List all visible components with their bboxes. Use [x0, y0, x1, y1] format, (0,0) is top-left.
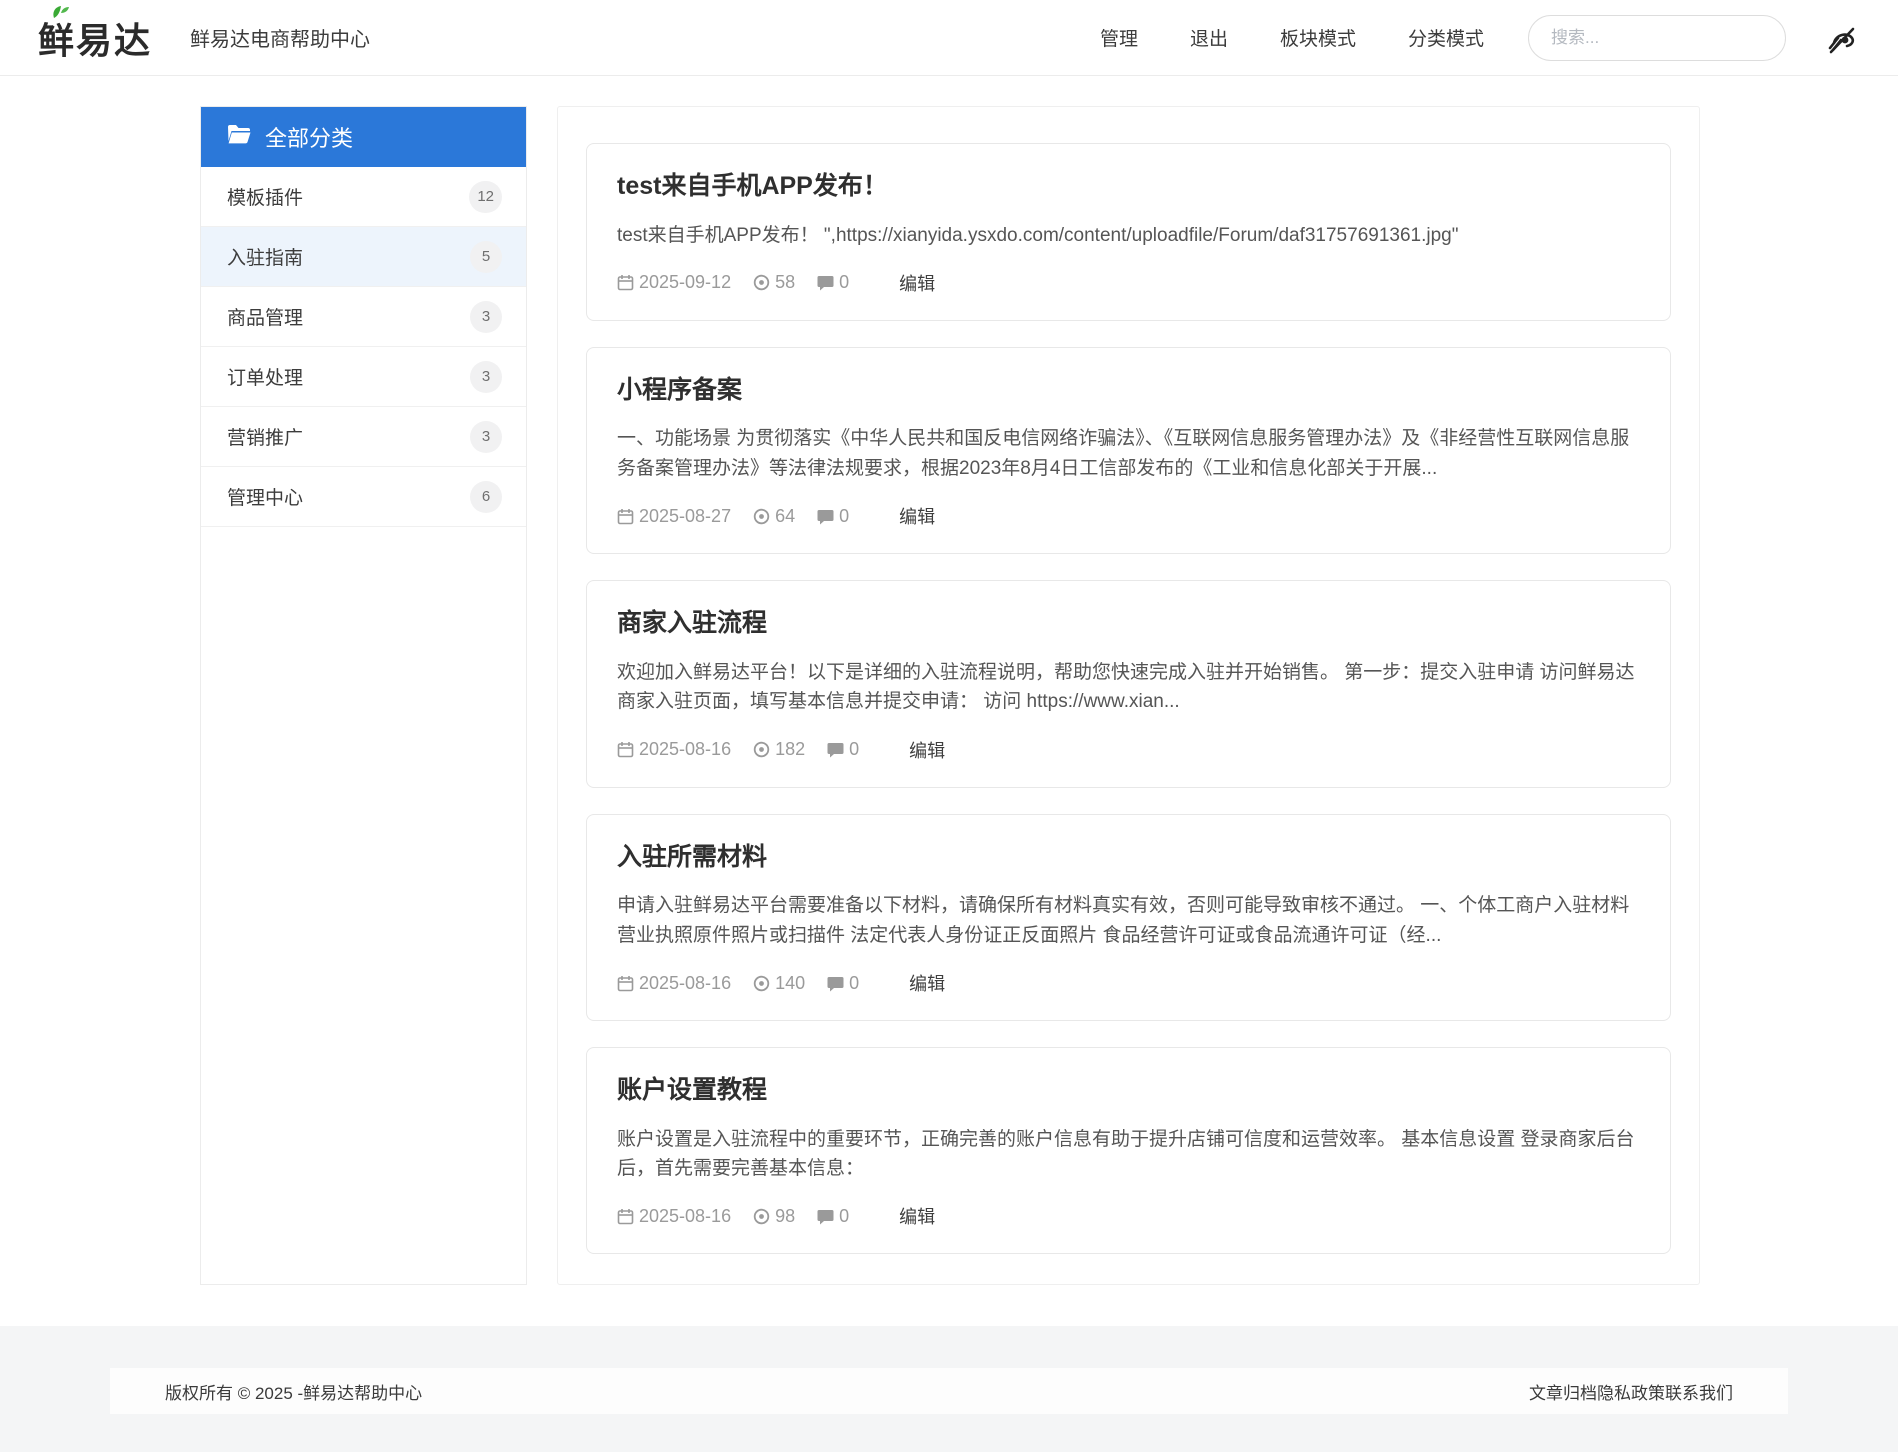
article-meta: 2025-09-12 58 0 编辑	[617, 270, 1640, 296]
sidebar-item-product-management[interactable]: 商品管理 3	[201, 287, 526, 347]
nav-item-logout[interactable]: 退出	[1190, 24, 1228, 51]
article-excerpt: test来自手机APP发布！ ",https://xianyida.ysxdo.…	[617, 221, 1640, 250]
eye-off-icon[interactable]	[1822, 21, 1860, 55]
edit-link[interactable]: 编辑	[899, 1203, 935, 1229]
article-views: 182	[753, 739, 805, 760]
article-date: 2025-08-16	[617, 973, 731, 994]
eye-icon	[753, 975, 770, 992]
article-card: test来自手机APP发布！ test来自手机APP发布！ ",https://…	[586, 143, 1671, 321]
article-comments: 0	[817, 1206, 849, 1227]
article-meta: 2025-08-27 64 0 编辑	[617, 503, 1640, 529]
category-label: 营销推广	[227, 423, 303, 450]
site-logo[interactable]: 鲜易达	[38, 12, 152, 64]
article-card: 小程序备案 一、功能场景 为贯彻落实《中华人民共和国反电信网络诈骗法》、《互联网…	[586, 347, 1671, 554]
nav-item-category-mode[interactable]: 分类模式	[1408, 24, 1484, 51]
sidebar-all-categories[interactable]: 全部分类	[201, 107, 526, 167]
article-card: 入驻所需材料 申请入驻鲜易达平台需要准备以下材料，请确保所有材料真实有效，否则可…	[586, 814, 1671, 1021]
calendar-icon	[617, 975, 634, 992]
sidebar-item-onboarding-guide[interactable]: 入驻指南 5	[201, 227, 526, 287]
comment-icon	[817, 274, 834, 291]
article-views: 140	[753, 973, 805, 994]
sidebar-item-template-plugins[interactable]: 模板插件 12	[201, 167, 526, 227]
article-date: 2025-08-27	[617, 506, 731, 527]
category-label: 入驻指南	[227, 243, 303, 270]
nav-item-board-mode[interactable]: 板块模式	[1280, 24, 1356, 51]
sidebar-item-order-processing[interactable]: 订单处理 3	[201, 347, 526, 407]
calendar-icon	[617, 508, 634, 525]
eye-icon	[753, 508, 770, 525]
article-comments: 0	[817, 506, 849, 527]
comment-icon	[817, 1208, 834, 1225]
article-excerpt: 欢迎加入鲜易达平台！以下是详细的入驻流程说明，帮助您快速完成入驻并开始销售。 第…	[617, 658, 1640, 717]
footer-link-contact[interactable]: 联系我们	[1665, 1379, 1733, 1404]
category-count-badge: 12	[469, 181, 502, 213]
page-footer: 版权所有 © 2025 -鲜易达帮助中心 文章归档 隐私政策 联系我们	[0, 1326, 1898, 1452]
article-title[interactable]: 小程序备案	[617, 374, 1640, 407]
main-nav: 管理 退出 板块模式 分类模式	[1100, 24, 1484, 51]
article-date: 2025-08-16	[617, 739, 731, 760]
search-input[interactable]	[1528, 15, 1786, 61]
category-label: 模板插件	[227, 183, 303, 210]
category-count-badge: 3	[470, 421, 502, 453]
footer-link-archive[interactable]: 文章归档	[1529, 1379, 1597, 1404]
article-meta: 2025-08-16 140 0 编辑	[617, 970, 1640, 996]
edit-link[interactable]: 编辑	[909, 970, 945, 996]
article-card: 账户设置教程 账户设置是入驻流程中的重要环节，正确完善的账户信息有助于提升店铺可…	[586, 1047, 1671, 1254]
comment-icon	[827, 741, 844, 758]
category-label: 订单处理	[227, 363, 303, 390]
footer-link-privacy[interactable]: 隐私政策	[1597, 1379, 1665, 1404]
article-date: 2025-08-16	[617, 1206, 731, 1227]
comment-icon	[817, 508, 834, 525]
eye-icon	[753, 274, 770, 291]
article-views: 58	[753, 272, 795, 293]
article-views: 98	[753, 1206, 795, 1227]
comment-icon	[827, 975, 844, 992]
calendar-icon	[617, 274, 634, 291]
main-layout: 全部分类 模板插件 12 入驻指南 5 商品管理 3 订单处理 3 营销推广 3…	[0, 76, 1898, 1285]
article-title[interactable]: 入驻所需材料	[617, 841, 1640, 874]
article-excerpt: 申请入驻鲜易达平台需要准备以下材料，请确保所有材料真实有效，否则可能导致审核不通…	[617, 891, 1640, 950]
top-header: 鲜易达 鲜易达电商帮助中心 管理 退出 板块模式 分类模式	[0, 0, 1898, 76]
category-sidebar: 全部分类 模板插件 12 入驻指南 5 商品管理 3 订单处理 3 营销推广 3…	[200, 106, 527, 1285]
article-title[interactable]: 账户设置教程	[617, 1074, 1640, 1107]
article-excerpt: 一、功能场景 为贯彻落实《中华人民共和国反电信网络诈骗法》、《互联网信息服务管理…	[617, 424, 1640, 483]
article-comments: 0	[827, 973, 859, 994]
article-comments: 0	[827, 739, 859, 760]
article-comments: 0	[817, 272, 849, 293]
copyright-text: 版权所有 © 2025 -鲜易达帮助中心	[165, 1379, 422, 1404]
article-excerpt: 账户设置是入驻流程中的重要环节，正确完善的账户信息有助于提升店铺可信度和运营效率…	[617, 1125, 1640, 1184]
article-title[interactable]: test来自手机APP发布！	[617, 170, 1640, 203]
leaf-icon	[48, 4, 70, 25]
edit-link[interactable]: 编辑	[899, 270, 935, 296]
article-list-panel: test来自手机APP发布！ test来自手机APP发布！ ",https://…	[557, 106, 1700, 1285]
category-label: 商品管理	[227, 303, 303, 330]
sidebar-item-admin-center[interactable]: 管理中心 6	[201, 467, 526, 527]
category-count-badge: 3	[470, 361, 502, 393]
article-views: 64	[753, 506, 795, 527]
article-title[interactable]: 商家入驻流程	[617, 607, 1640, 640]
nav-item-manage[interactable]: 管理	[1100, 24, 1138, 51]
footer-links: 文章归档 隐私政策 联系我们	[1529, 1379, 1733, 1404]
edit-link[interactable]: 编辑	[899, 503, 935, 529]
site-title: 鲜易达电商帮助中心	[190, 23, 370, 52]
article-meta: 2025-08-16 182 0 编辑	[617, 737, 1640, 763]
sidebar-head-label: 全部分类	[265, 121, 353, 153]
sidebar-item-marketing[interactable]: 营销推广 3	[201, 407, 526, 467]
category-count-badge: 6	[470, 481, 502, 513]
article-date: 2025-09-12	[617, 272, 731, 293]
folder-icon	[227, 124, 251, 150]
eye-icon	[753, 741, 770, 758]
category-count-badge: 5	[470, 241, 502, 273]
category-label: 管理中心	[227, 483, 303, 510]
calendar-icon	[617, 1208, 634, 1225]
article-meta: 2025-08-16 98 0 编辑	[617, 1203, 1640, 1229]
category-count-badge: 3	[470, 301, 502, 333]
eye-icon	[753, 1208, 770, 1225]
edit-link[interactable]: 编辑	[909, 737, 945, 763]
article-card: 商家入驻流程 欢迎加入鲜易达平台！以下是详细的入驻流程说明，帮助您快速完成入驻并…	[586, 580, 1671, 787]
calendar-icon	[617, 741, 634, 758]
